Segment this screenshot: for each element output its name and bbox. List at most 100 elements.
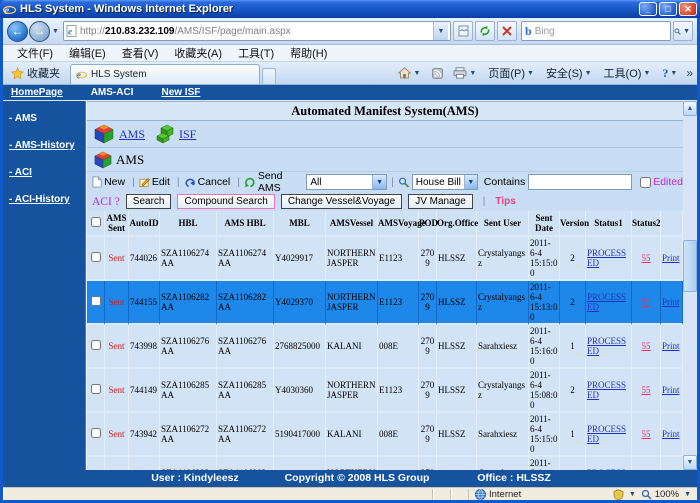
menu-bar: 文件(F)编辑(E)查看(V)收藏夹(A)工具(T)帮助(H) bbox=[3, 45, 697, 62]
column-header-hbl: HBL bbox=[160, 211, 217, 237]
sidebar-item-ams[interactable]: - AMS bbox=[3, 113, 85, 124]
status2-link[interactable]: 55 bbox=[642, 429, 651, 439]
home-dropdown-icon[interactable]: ▼ bbox=[413, 70, 420, 77]
browser-window: e HLS System - Windows Internet Explorer… bbox=[0, 0, 700, 503]
home-icon bbox=[398, 67, 411, 79]
menu-item[interactable]: 收藏夹(A) bbox=[166, 45, 230, 61]
tab-hls-system[interactable]: e HLS System bbox=[70, 64, 260, 84]
menu-item[interactable]: 工具(T) bbox=[230, 45, 282, 61]
jv-manage-button[interactable]: JV Manage bbox=[408, 194, 473, 209]
new-button[interactable]: New bbox=[104, 176, 125, 188]
aci-help-link[interactable]: ACI ? bbox=[92, 196, 120, 208]
menu-item[interactable]: 帮助(H) bbox=[282, 45, 335, 61]
tips-link[interactable]: Tips bbox=[495, 196, 515, 207]
print-link[interactable]: Print bbox=[662, 341, 680, 351]
history-dropdown-icon[interactable]: ▼ bbox=[52, 28, 59, 35]
print-link[interactable]: Print bbox=[662, 297, 680, 307]
row-checkbox[interactable] bbox=[91, 252, 101, 262]
search-button[interactable]: Search bbox=[126, 194, 172, 209]
sidebar-item-ams-history[interactable]: - AMS-History bbox=[3, 140, 85, 151]
back-button[interactable]: ← bbox=[7, 21, 28, 42]
cell-sent-user: Crystalyangsz bbox=[477, 457, 529, 470]
status2-link[interactable]: 55 bbox=[642, 341, 651, 351]
sidebar-item-aci-history[interactable]: - ACI-History bbox=[3, 194, 85, 205]
cell-auto-id: 744026 bbox=[129, 237, 160, 281]
scrollbar-thumb[interactable] bbox=[683, 240, 697, 292]
field-select[interactable]: House Bill ▼ bbox=[412, 174, 478, 190]
help-button[interactable]: ? ▼ bbox=[659, 64, 682, 83]
cell-auto-id: 743942 bbox=[129, 413, 160, 457]
close-button[interactable]: ✕ bbox=[679, 2, 697, 16]
search-go-button[interactable]: ▼ bbox=[673, 21, 693, 41]
cell-org-office: HLSSZ bbox=[437, 369, 477, 413]
edited-checkbox[interactable] bbox=[640, 177, 651, 188]
menu-item[interactable]: 文件(F) bbox=[9, 45, 61, 61]
row-checkbox[interactable] bbox=[91, 296, 101, 306]
column-header-sent-date: Sent Date bbox=[529, 211, 560, 237]
print-link[interactable]: Print bbox=[662, 253, 680, 263]
nav-item-new-isf[interactable]: New ISF bbox=[161, 87, 200, 98]
refresh-button[interactable] bbox=[475, 21, 495, 41]
nav-item-ams-aci[interactable]: AMS-ACI bbox=[91, 87, 134, 98]
status2-link[interactable]: 55 bbox=[642, 297, 651, 307]
overflow-chevron-icon[interactable]: » bbox=[686, 66, 693, 80]
status2-link[interactable]: 55 bbox=[642, 385, 651, 395]
status1-link[interactable]: PROCESSED bbox=[587, 248, 626, 268]
status1-link[interactable]: PROCESSED bbox=[587, 424, 626, 444]
nav-item-homepage[interactable]: HomePage bbox=[11, 87, 63, 98]
stop-button[interactable] bbox=[497, 21, 517, 41]
compound-search-button[interactable]: Compound Search bbox=[177, 194, 274, 209]
scroll-up-icon[interactable]: ▲ bbox=[683, 101, 697, 116]
menu-item[interactable]: 编辑(E) bbox=[61, 45, 114, 61]
search-options-icon[interactable]: ▼ bbox=[683, 28, 690, 35]
minimize-button[interactable]: _ bbox=[639, 2, 657, 16]
cell-check bbox=[87, 413, 105, 457]
row-checkbox[interactable] bbox=[91, 428, 101, 438]
select-all-checkbox[interactable] bbox=[91, 217, 101, 227]
status1-link[interactable]: PROCESSED bbox=[587, 336, 626, 356]
feeds-button[interactable] bbox=[429, 64, 446, 83]
contains-input[interactable] bbox=[528, 174, 632, 190]
favbar-button[interactable]: 页面(P)▼ bbox=[485, 64, 539, 83]
zoom-level-button[interactable]: 100% bbox=[655, 489, 679, 500]
title-bar: e HLS System - Windows Internet Explorer… bbox=[0, 0, 700, 18]
print-button[interactable]: ▼ bbox=[450, 64, 481, 83]
isf-module-link[interactable]: ISF bbox=[179, 127, 196, 142]
table-row: Sent744155SZA1106282AASZA1106282AAY40293… bbox=[87, 281, 683, 325]
cell-hbl: SZA1106276AA bbox=[160, 325, 217, 369]
edit-button[interactable]: Edit bbox=[152, 176, 170, 188]
maximize-button[interactable]: □ bbox=[659, 2, 677, 16]
scroll-down-icon[interactable]: ▼ bbox=[683, 455, 697, 470]
status2-link[interactable]: 55 bbox=[642, 253, 651, 263]
address-dropdown-icon[interactable]: ▼ bbox=[433, 22, 448, 40]
favorites-button[interactable]: 收藏夹 bbox=[7, 64, 64, 83]
sidebar-item-aci[interactable]: - ACI bbox=[3, 167, 85, 178]
help-dropdown-icon[interactable]: ▼ bbox=[670, 70, 677, 77]
new-tab-button[interactable] bbox=[262, 68, 276, 84]
status1-link[interactable]: PROCESSED bbox=[587, 292, 626, 312]
print-link[interactable]: Print bbox=[662, 429, 680, 439]
print-link[interactable]: Print bbox=[662, 385, 680, 395]
status1-link[interactable]: PROCESSED bbox=[587, 380, 626, 400]
compatibility-view-button[interactable] bbox=[453, 21, 473, 41]
forward-button[interactable]: → bbox=[29, 21, 50, 42]
home-button[interactable]: ▼ bbox=[395, 64, 425, 83]
print-dropdown-icon[interactable]: ▼ bbox=[469, 70, 476, 77]
row-checkbox[interactable] bbox=[91, 384, 101, 394]
ams-module-link[interactable]: AMS bbox=[119, 127, 145, 142]
cancel-button[interactable]: Cancel bbox=[198, 176, 231, 188]
change-vessel-voyage-button[interactable]: Change Vessel&Voyage bbox=[281, 194, 402, 209]
cell-status1: PROCESSED bbox=[586, 369, 632, 413]
favbar-button[interactable]: 工具(O)▼ bbox=[601, 64, 656, 83]
send-filter-select[interactable]: All ▼ bbox=[306, 174, 387, 190]
menu-item[interactable]: 查看(V) bbox=[114, 45, 167, 61]
favbar-button[interactable]: 安全(S)▼ bbox=[543, 64, 597, 83]
address-input[interactable]: e http://210.83.232.109/AMS/ISF/page/mai… bbox=[63, 21, 451, 41]
send-ams-button[interactable]: Send AMS bbox=[258, 170, 303, 194]
content-scrollbar[interactable]: ▲ ▼ bbox=[683, 101, 697, 470]
row-checkbox[interactable] bbox=[91, 340, 101, 350]
chevron-down-icon[interactable]: ▼ bbox=[629, 491, 636, 498]
search-input[interactable]: b Bing bbox=[521, 21, 671, 41]
zoom-dropdown-icon[interactable]: ▼ bbox=[684, 491, 691, 498]
main-content: Automated Manifest System(AMS) AMS ISF bbox=[86, 101, 683, 470]
